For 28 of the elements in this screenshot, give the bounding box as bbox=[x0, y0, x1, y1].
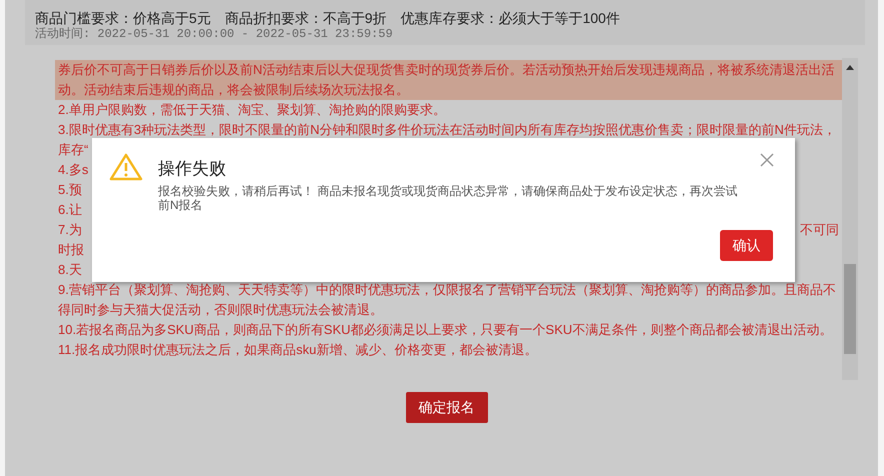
rule-text: 2.单用户限购数，需低于天猫、淘宝、聚划算、淘抢购的限购要求。 bbox=[58, 101, 446, 119]
rule-text: 3.限时优惠有3种玩法类型，限时不限量的前N分钟和限时多件价玩法在活动时间内所有库存均按照优惠价售卖；限时限量的前N件玩法， bbox=[58, 121, 836, 139]
requirements-text: 商品门槛要求：价格高于5元 商品折扣要求：不高于9折 优惠库存要求：必须大于等于100件 bbox=[35, 9, 621, 27]
rule-text: 库存“ bbox=[58, 141, 88, 159]
dialog-message: 报名校验失败，请稍后再试！ 商品未报名现货或现货商品状态异常，请确保商品处于发布设定状态，再次尝试前N报名 bbox=[158, 184, 738, 212]
rule-text: 得同时参与天猫大促活动，否则限时优惠玩法会被清退。 bbox=[58, 301, 383, 319]
scrollbar-thumb[interactable] bbox=[844, 264, 856, 354]
scrollbar[interactable] bbox=[842, 58, 858, 380]
rule-text: 券后价不可高于日销券后价以及前N活动结束后以大促现货售卖时的现货券后价。若活动预热开始后发现违规商品，将被系统清退活出活 bbox=[58, 61, 834, 79]
close-icon bbox=[760, 153, 774, 167]
dialog-title: 操作失败 bbox=[158, 158, 226, 180]
rule-text: 8.天 bbox=[58, 261, 82, 279]
close-button[interactable] bbox=[759, 152, 775, 168]
rule-text: 7.为 bbox=[58, 221, 82, 239]
rule-text: 动。活动结束后违规的商品，将会被限制后续场次玩法报名。 bbox=[58, 81, 409, 99]
confirm-button[interactable]: 确认 bbox=[720, 230, 773, 261]
warning-icon bbox=[109, 153, 143, 181]
rule-text: 9.营销平台（聚划算、淘抢购、天天特卖等）中的限时优惠玩法，仅限报名了营销平台玩法（聚划算、淘抢购等）的商品参加。且商品不 bbox=[58, 281, 836, 299]
rule-text: 10.若报名商品为多SKU商品，则商品下的所有SKU都必须满足以上要求，只要有一个SKU不满足条件，则整个商品都会被清退出活动。 bbox=[58, 321, 832, 339]
rule-text: 时报 bbox=[58, 241, 84, 259]
rule-text: 4.多s bbox=[58, 161, 88, 179]
rule-text: 不可同 bbox=[800, 221, 839, 239]
activity-time: 活动时间: 2022-05-31 20:00:00 - 2022-05-31 23:59:59 bbox=[35, 27, 394, 41]
rule-text: 5.预 bbox=[58, 181, 82, 199]
submit-button[interactable]: 确定报名 bbox=[406, 392, 488, 423]
rule-text: 6.让 bbox=[58, 201, 82, 219]
scroll-up-icon[interactable] bbox=[846, 65, 854, 70]
rule-text: 11.报名成功限时优惠玩法之后，如果商品sku新增、减少、价格变更，都会被清退。 bbox=[58, 341, 538, 359]
